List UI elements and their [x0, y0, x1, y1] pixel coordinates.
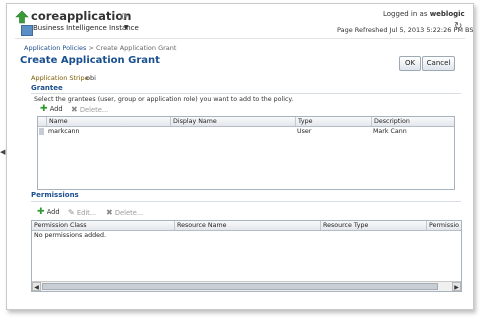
chevron-down-icon[interactable]: ▼: [124, 24, 129, 31]
grantee-table: Name Display Name Type Description markc…: [37, 116, 455, 190]
instance-menu[interactable]: Business Intelligence Instance: [33, 24, 139, 32]
grantee-table-header: Name Display Name Type Description: [38, 117, 454, 127]
permissions-delete-label: Delete...: [114, 209, 144, 217]
grantee-delete-label: Delete...: [79, 106, 109, 114]
grantee-delete-button[interactable]: ✖ Delete...: [71, 105, 108, 114]
breadcrumb: Application Policies > Create Applicatio…: [24, 44, 176, 52]
row-selector-header: [38, 117, 46, 126]
column-header-description[interactable]: Description: [371, 117, 454, 126]
app-window: coreapplication ⟳ Business Intelligence …: [6, 3, 474, 310]
grantee-section-title: Grantee: [31, 84, 63, 92]
cell-type: User: [297, 128, 312, 135]
scroll-thumb[interactable]: [42, 283, 438, 290]
target-info-icon[interactable]: ⟳: [120, 12, 128, 23]
grantee-divider: [31, 93, 461, 94]
scroll-left-icon[interactable]: ◀: [32, 282, 41, 291]
permissions-divider: [31, 201, 461, 202]
permissions-table-header: Permission Class Resource Name Resource …: [32, 221, 461, 231]
column-header-permission-class[interactable]: Permission Class: [32, 221, 174, 230]
grantee-add-button[interactable]: ✚ Add: [40, 104, 63, 114]
row-selector[interactable]: [39, 128, 44, 135]
column-header-permission[interactable]: Permissio: [426, 221, 461, 230]
permissions-add-button[interactable]: ✚ Add: [37, 207, 60, 217]
empty-message: No permissions added.: [34, 232, 106, 239]
column-header-display-name[interactable]: Display Name: [170, 117, 295, 126]
up-arrow-icon: [15, 10, 29, 24]
username[interactable]: weblogic: [430, 10, 465, 18]
scroll-right-icon[interactable]: ▶: [452, 282, 461, 291]
cancel-button[interactable]: Cancel: [422, 56, 455, 71]
horizontal-scrollbar[interactable]: ◀ ▶: [32, 281, 461, 291]
permissions-add-label: Add: [46, 208, 60, 216]
application-stripe-value: obi: [86, 74, 96, 82]
add-icon: ✚: [37, 207, 45, 217]
permissions-table: Permission Class Resource Name Resource …: [31, 220, 462, 292]
column-header-name[interactable]: Name: [46, 117, 170, 126]
grantee-instruction: Select the grantees (user, group or appl…: [34, 96, 294, 103]
cell-description: Mark Cann: [373, 128, 407, 135]
ok-button[interactable]: OK: [399, 56, 421, 71]
breadcrumb-separator: >: [88, 44, 94, 52]
permissions-edit-label: Edit...: [76, 209, 97, 217]
table-row[interactable]: markcann User Mark Cann: [38, 127, 454, 136]
application-stripe-label: Application Stripe: [31, 74, 89, 82]
permissions-edit-button[interactable]: ✎ Edit...: [68, 208, 96, 217]
cell-name: markcann: [48, 128, 80, 135]
permissions-section-title: Permissions: [31, 191, 79, 199]
grantee-add-label: Add: [49, 105, 63, 113]
column-header-resource-type[interactable]: Resource Type: [320, 221, 426, 230]
header-divider: [15, 38, 465, 39]
breadcrumb-application-policies[interactable]: Application Policies: [24, 44, 86, 52]
edit-icon: ✎: [68, 208, 75, 217]
column-header-resource-name[interactable]: Resource Name: [174, 221, 320, 230]
instance-icon: [21, 25, 33, 36]
logged-in-label: Logged in as: [383, 10, 428, 18]
permissions-delete-button[interactable]: ✖ Delete...: [106, 208, 143, 217]
add-icon: ✚: [40, 104, 48, 114]
logged-in-info: Logged in as weblogic: [383, 10, 465, 18]
column-header-type[interactable]: Type: [295, 117, 371, 126]
refresh-icon[interactable]: ↻: [454, 21, 462, 32]
delete-icon: ✖: [106, 208, 113, 217]
app-title: coreapplication: [31, 9, 132, 23]
page-title: Create Application Grant: [20, 55, 160, 66]
delete-icon: ✖: [71, 105, 78, 114]
collapse-pane-icon[interactable]: ◀: [0, 148, 5, 156]
cell-display-name: [170, 127, 295, 136]
breadcrumb-current: Create Application Grant: [96, 44, 177, 52]
